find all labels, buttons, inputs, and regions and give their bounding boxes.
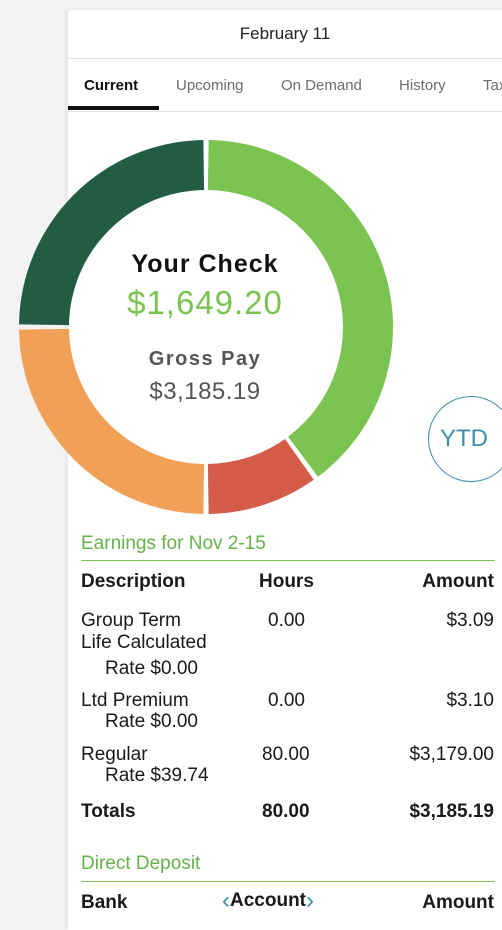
tab-current[interactable]: Current: [84, 77, 138, 94]
tab-taxes[interactable]: Taxes: [483, 77, 502, 94]
earning-amount: $3,179.00: [409, 744, 494, 765]
earning-rate: Rate $0.00: [105, 658, 198, 679]
totals-label: Totals: [81, 801, 136, 822]
earning-amount: $3.09: [446, 610, 494, 631]
direct-deposit-divider: [81, 881, 495, 882]
tab-on-demand[interactable]: On Demand: [281, 77, 362, 94]
ytd-label: YTD: [440, 425, 488, 452]
earning-description: Ltd Premium: [81, 690, 189, 711]
tab-history[interactable]: History: [399, 77, 446, 94]
earning-hours: 0.00: [268, 610, 305, 631]
totals-amount: $3,185.19: [409, 801, 494, 822]
chevron-right-icon[interactable]: ›: [306, 887, 314, 914]
earning-hours: 0.00: [268, 690, 305, 711]
earning-rate: Rate $0.00: [105, 711, 198, 732]
chevron-left-icon[interactable]: ‹: [222, 887, 230, 914]
earning-description: Regular: [81, 744, 148, 765]
your-check-label: Your Check: [131, 250, 279, 278]
active-tab-indicator: [68, 106, 159, 110]
earning-rate: Rate $39.74: [105, 765, 209, 786]
earning-amount: $3.10: [446, 690, 494, 711]
account-column-header: Account: [230, 890, 306, 911]
earning-description: Group Term Life Calculated: [81, 610, 207, 653]
gross-pay-amount: $3,185.19: [149, 378, 261, 405]
earnings-divider: [81, 560, 495, 561]
tab-upcoming[interactable]: Upcoming: [176, 77, 244, 94]
net-pay-amount: $1,649.20: [127, 284, 283, 321]
account-switcher[interactable]: ‹Account›: [222, 887, 314, 914]
direct-deposit-section-title: Direct Deposit: [81, 853, 201, 874]
pay-date-header: February 11: [68, 10, 502, 59]
earnings-section-title: Earnings for Nov 2-15: [81, 533, 266, 554]
bank-column-header: Bank: [81, 892, 128, 913]
hours-column-header: Hours: [259, 571, 314, 592]
tab-bar: Current Upcoming On Demand History Taxes: [68, 59, 502, 112]
deposit-amount-column-header: Amount: [422, 892, 494, 913]
pay-date-title: February 11: [239, 24, 331, 43]
amount-column-header: Amount: [422, 571, 494, 592]
gross-pay-label: Gross Pay: [148, 348, 262, 370]
earning-hours: 80.00: [262, 744, 310, 765]
totals-hours: 80.00: [262, 801, 310, 822]
description-column-header: Description: [81, 571, 186, 592]
